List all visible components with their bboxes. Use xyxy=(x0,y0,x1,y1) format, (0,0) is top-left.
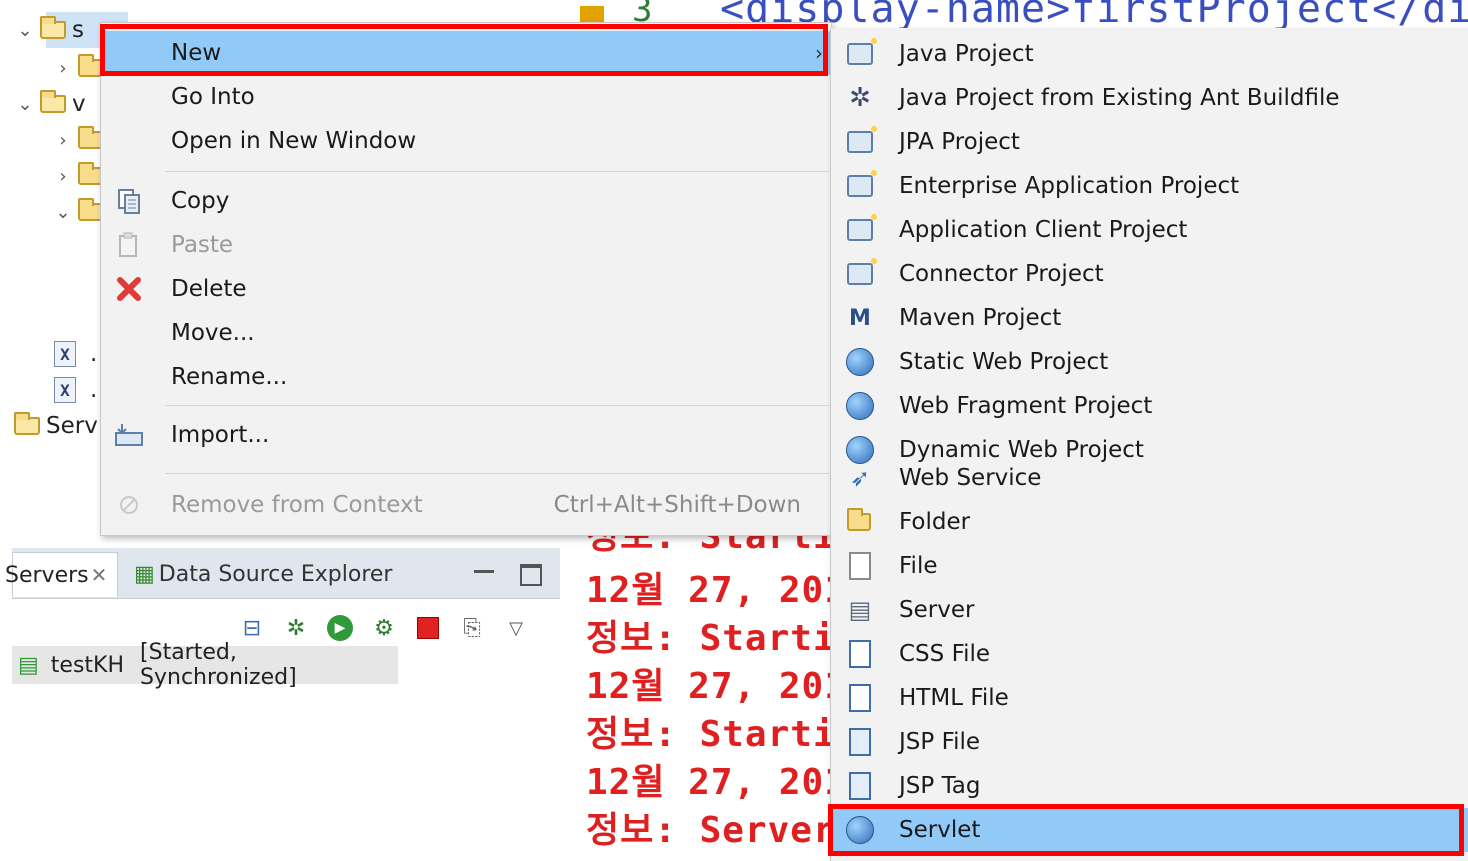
console-line: 정보: Starti xyxy=(586,618,836,659)
servlet-icon xyxy=(843,813,877,847)
submenu-item-web-service[interactable]: ➶ Web Service xyxy=(831,456,1468,500)
xml-file-icon: X xyxy=(54,341,76,367)
submenu-item-server[interactable]: ▤ Server xyxy=(831,588,1468,632)
remove-context-icon xyxy=(113,489,145,521)
html-file-icon xyxy=(843,681,877,715)
open-folder-icon xyxy=(14,412,40,435)
folder-icon xyxy=(843,505,877,539)
menu-item-new[interactable]: New › xyxy=(101,31,831,75)
chevron-right-icon: › xyxy=(815,41,823,65)
submenu-item-application-client-project[interactable]: Application Client Project xyxy=(831,208,1468,252)
xml-file-icon: X xyxy=(54,377,76,403)
java-project-icon xyxy=(843,36,879,71)
import-icon xyxy=(113,419,145,451)
maximize-icon[interactable] xyxy=(520,564,542,586)
menu-item-go-into[interactable]: Go Into xyxy=(101,75,831,119)
submenu-item-maven-project[interactable]: M Maven Project xyxy=(831,296,1468,340)
maven-icon: M xyxy=(849,305,871,331)
submenu-item-connector-project[interactable]: Connector Project xyxy=(831,252,1468,296)
submenu-item-jsp-file[interactable]: JSP File xyxy=(831,720,1468,764)
tree-row-servers[interactable]: Serv xyxy=(10,410,98,442)
menu-separator xyxy=(165,473,829,474)
chevron-right-icon[interactable]: › xyxy=(52,58,74,79)
jpa-project-icon xyxy=(843,124,879,159)
app-client-icon xyxy=(843,212,879,247)
console-line: 12월 27, 201 xyxy=(586,762,847,803)
open-folder-icon xyxy=(40,90,66,113)
submenu-item-html-file[interactable]: HTML File xyxy=(831,676,1468,720)
console-line: 12월 27, 201 xyxy=(586,570,847,611)
menu-item-import[interactable]: Import... xyxy=(101,413,831,457)
jsp-tag-icon xyxy=(843,769,877,803)
server-row-testkh[interactable]: ▤ testKH [Started, Synchronized] xyxy=(12,640,398,690)
chevron-down-icon[interactable]: ⌄ xyxy=(14,20,36,41)
chevron-down-icon[interactable]: ⌄ xyxy=(14,94,36,115)
css-file-icon xyxy=(843,637,877,671)
submenu-item-jsp-tag[interactable]: JSP Tag xyxy=(831,764,1468,808)
ant-icon: ✲ xyxy=(849,83,871,113)
context-menu: New › Go Into Open in New Window Copy Pa… xyxy=(100,22,832,536)
project-explorer-tree: ⌄ s › ⌄ v › › ⌄ X . X . Serv xyxy=(0,0,128,540)
tree-row-xml-file-2[interactable]: X . xyxy=(48,374,97,406)
chevron-right-icon[interactable]: › xyxy=(52,130,74,151)
server-running-icon: ▤ xyxy=(18,652,39,678)
minimize-icon[interactable] xyxy=(474,570,494,573)
menu-item-copy[interactable]: Copy xyxy=(101,179,831,223)
submenu-item-css-file[interactable]: CSS File xyxy=(831,632,1468,676)
submenu-item-servlet[interactable]: Servlet xyxy=(831,808,1468,852)
connector-project-icon xyxy=(843,256,879,291)
submenu-item-web-fragment-project[interactable]: Web Fragment Project xyxy=(831,384,1468,428)
console-line: 정보: Server xyxy=(586,810,836,851)
close-icon[interactable]: ✕ xyxy=(91,563,108,587)
console-line: 정보: Starti xyxy=(586,714,836,755)
jsp-file-icon xyxy=(843,725,877,759)
menu-separator xyxy=(165,405,829,406)
submenu-item-file[interactable]: File xyxy=(831,544,1468,588)
open-folder-icon xyxy=(40,16,66,39)
submenu-item-enterprise-application-project[interactable]: Enterprise Application Project xyxy=(831,164,1468,208)
tab-data-source-explorer[interactable]: ▦ Data Source Explorer xyxy=(134,552,392,596)
server-icon: ▤ xyxy=(848,596,872,624)
menu-item-rename[interactable]: Rename... xyxy=(101,355,831,399)
view-tab-bar: Servers ✕ ▦ Data Source Explorer xyxy=(5,548,560,599)
submenu-item-folder[interactable]: Folder xyxy=(831,500,1468,544)
menu-item-delete[interactable]: Delete xyxy=(101,267,831,311)
menu-item-paste[interactable]: Paste xyxy=(101,223,831,267)
paste-icon xyxy=(113,229,145,261)
copy-icon xyxy=(113,185,145,217)
tab-servers[interactable]: Servers ✕ xyxy=(5,552,118,597)
menu-item-open-in-new-window[interactable]: Open in New Window xyxy=(101,119,831,163)
publish-icon[interactable]: ⎘ xyxy=(456,612,488,644)
menu-separator xyxy=(165,171,829,172)
menu-item-move[interactable]: Move... xyxy=(101,311,831,355)
globe-icon xyxy=(843,345,877,379)
chevron-right-icon[interactable]: › xyxy=(52,166,74,187)
tree-row-project-v[interactable]: ⌄ v xyxy=(14,88,86,120)
web-service-icon: ➶ xyxy=(849,464,871,492)
file-icon xyxy=(843,549,877,583)
tree-row-xml-file-1[interactable]: X . xyxy=(48,338,97,370)
console-line: 12월 27, 201 xyxy=(586,666,847,707)
data-source-icon: ▦ xyxy=(134,561,155,587)
tree-row-project-s[interactable]: ⌄ s xyxy=(14,14,84,46)
editor-code-line: <display-name>firstProject</dis xyxy=(720,0,1468,30)
menu-item-remove-from-context[interactable]: Remove from Context Ctrl+Alt+Shift+Down xyxy=(101,483,831,527)
view-menu-chevron-down-icon[interactable]: ▽ xyxy=(500,612,532,644)
stop-server-icon[interactable] xyxy=(412,612,444,644)
new-submenu: Java Project ✲ Java Project from Existin… xyxy=(830,28,1468,861)
submenu-item-java-project-ant[interactable]: ✲ Java Project from Existing Ant Buildfi… xyxy=(831,76,1468,120)
globe-icon xyxy=(843,389,877,423)
submenu-item-java-project[interactable]: Java Project xyxy=(831,32,1468,76)
delete-icon xyxy=(113,273,145,305)
servers-view: Servers ✕ ▦ Data Source Explorer ⊟ ✲ ▶ ⚙… xyxy=(5,548,562,861)
shortcut-label: Ctrl+Alt+Shift+Down xyxy=(553,492,801,518)
enterprise-app-icon xyxy=(843,168,879,203)
chevron-down-icon[interactable]: ⌄ xyxy=(52,202,74,223)
submenu-item-jpa-project[interactable]: JPA Project xyxy=(831,120,1468,164)
submenu-item-static-web-project[interactable]: Static Web Project xyxy=(831,340,1468,384)
